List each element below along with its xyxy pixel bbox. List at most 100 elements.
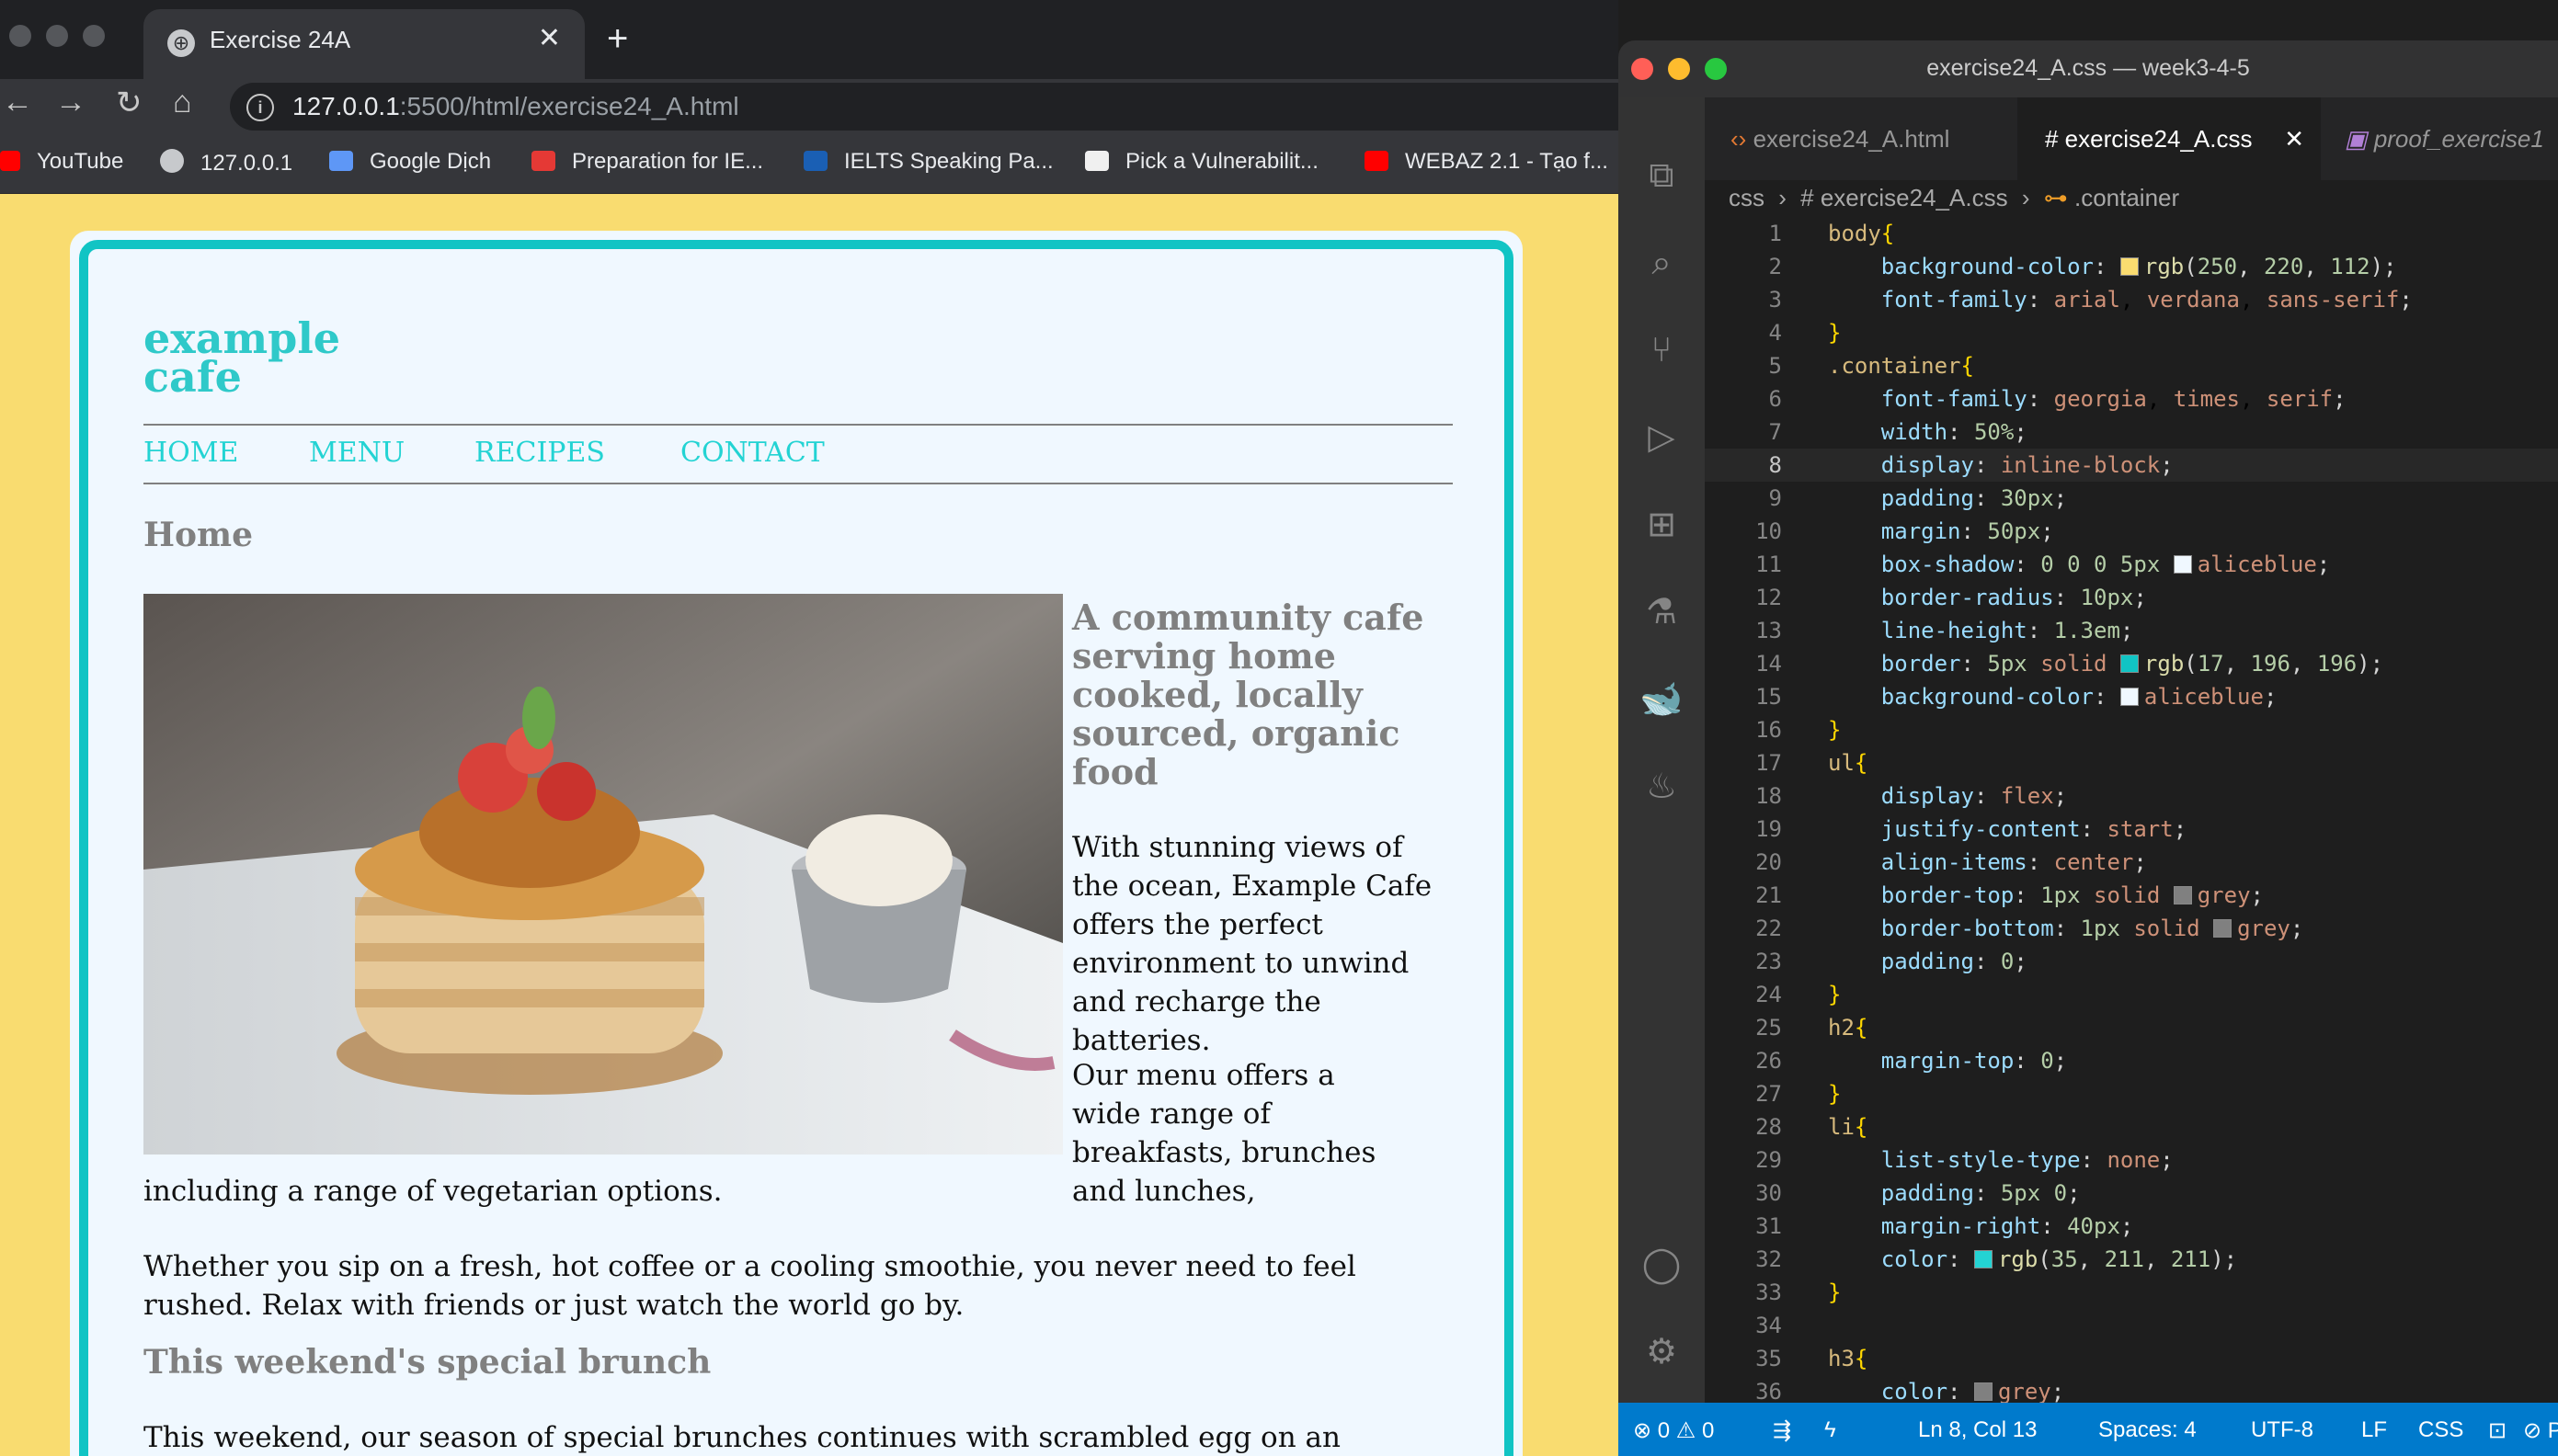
code-line[interactable]: 17 ul{ [1705, 746, 2558, 779]
code-line[interactable]: 21 border-top: 1px solid grey; [1705, 879, 2558, 912]
eol-setting[interactable]: LF [2361, 1417, 2387, 1443]
code-line[interactable]: 5 .container{ [1705, 349, 2558, 382]
code-line[interactable]: 33} [1705, 1276, 2558, 1309]
nav-contact-link[interactable]: CONTACT [680, 437, 825, 469]
code-line[interactable]: 4} [1705, 316, 2558, 349]
code-line[interactable]: 20 align-items: center; [1705, 846, 2558, 879]
breadcrumb-file[interactable]: # exercise24_A.css [1800, 184, 2007, 211]
account-icon[interactable]: ◯ [1639, 1242, 1684, 1288]
bookmark-google-translate[interactable]: Google Dịch [329, 149, 491, 175]
code-line[interactable]: 34 [1705, 1309, 2558, 1342]
line-number: 18 [1755, 783, 1782, 809]
code-line[interactable]: 6 font-family: georgia, times, serif; [1705, 382, 2558, 415]
source-control-icon[interactable]: ⑂ [1639, 327, 1684, 373]
ha-icon [1085, 151, 1109, 171]
code-line[interactable]: 31 margin-right: 40px; [1705, 1210, 2558, 1243]
reload-icon[interactable]: ↻ [116, 85, 143, 121]
code-line[interactable]: 35 h3{ [1705, 1342, 2558, 1375]
special-brunch-text: This weekend, our season of special brun… [143, 1421, 1341, 1454]
line-number: 30 [1755, 1180, 1782, 1206]
indentation-setting[interactable]: Spaces: 4 [2098, 1417, 2197, 1443]
code-line[interactable]: 2 background-color: rgb(250, 220, 112); [1705, 250, 2558, 283]
breadcrumb-folder[interactable]: css [1729, 184, 1764, 211]
code-line[interactable]: 3 font-family: arial, verdana, sans-seri… [1705, 283, 2558, 316]
code-line[interactable]: 12 border-radius: 10px; [1705, 581, 2558, 614]
extensions-icon[interactable]: ⊞ [1639, 502, 1684, 548]
docker-icon[interactable]: 🐋 [1639, 677, 1684, 722]
tab-html-file[interactable]: ‹› exercise24_A.html [1705, 97, 2017, 180]
line-code: body{ [1828, 221, 1895, 246]
testing-icon[interactable]: ⚗ [1639, 589, 1684, 635]
code-line[interactable]: 13 line-height: 1.3em; [1705, 614, 2558, 647]
go-live-icon[interactable]: ⊡ [2488, 1417, 2507, 1444]
cursor-position[interactable]: Ln 8, Col 13 [1918, 1417, 2037, 1443]
nav-home-link[interactable]: HOME [143, 437, 238, 469]
code-line[interactable]: 15 background-color: aliceblue; [1705, 680, 2558, 713]
tab-css-file[interactable]: # exercise24_A.css ✕ [2017, 97, 2321, 180]
code-line[interactable]: 28 li{ [1705, 1110, 2558, 1143]
bookmark-localhost[interactable]: 127.0.0.1 [160, 149, 292, 176]
code-line[interactable]: 7 width: 50%; [1705, 415, 2558, 449]
site-info-icon[interactable]: i [246, 94, 274, 121]
nav-menu-link[interactable]: MENU [309, 437, 405, 469]
code-line[interactable]: 25 h2{ [1705, 1011, 2558, 1044]
lightning-icon[interactable]: ϟ [1824, 1417, 1836, 1443]
forward-icon[interactable]: → [55, 85, 86, 120]
code-line[interactable]: 1 body{ [1705, 217, 2558, 250]
language-mode[interactable]: CSS [2418, 1417, 2463, 1443]
code-line[interactable]: 16} [1705, 713, 2558, 746]
tab-close-icon[interactable]: ✕ [538, 22, 561, 54]
genie-lamp-icon[interactable]: ♨ [1639, 764, 1684, 810]
code-line[interactable]: 23 padding: 0; [1705, 945, 2558, 978]
code-line[interactable]: 30 padding: 5px 0; [1705, 1177, 2558, 1210]
code-line[interactable]: 24} [1705, 978, 2558, 1011]
code-line[interactable]: 26 margin-top: 0; [1705, 1044, 2558, 1077]
window-zoom-dot[interactable] [83, 25, 105, 47]
code-line[interactable]: 22 border-bottom: 1px solid grey; [1705, 912, 2558, 945]
code-line[interactable]: 19 justify-content: start; [1705, 813, 2558, 846]
port-status[interactable]: ⊘ Port [2523, 1417, 2558, 1444]
code-line[interactable]: 14 border: 5px solid rgb(17, 196, 196); [1705, 647, 2558, 680]
new-tab-icon[interactable]: + [607, 20, 628, 57]
bookmark-vulnerability[interactable]: Pick a Vulnerabilit... [1085, 149, 1319, 175]
code-line[interactable]: 27} [1705, 1077, 2558, 1110]
code-line[interactable]: 32 color: rgb(35, 211, 211); [1705, 1243, 2558, 1276]
code-line[interactable]: 9 padding: 30px; [1705, 482, 2558, 515]
tab-close-icon[interactable]: ✕ [2284, 97, 2304, 180]
tab-proof-file[interactable]: ▣ proof_exercise1 [2321, 97, 2558, 180]
code-line[interactable]: 10 margin: 50px; [1705, 515, 2558, 548]
address-bar: ← → ↻ ⌂ i 127.0.0.1:5500/html/exercise24… [0, 79, 1618, 136]
nav-bottom-border [143, 483, 1453, 484]
bookmark-youtube[interactable]: YouTube [0, 149, 123, 175]
line-code: .container{ [1828, 353, 1974, 379]
code-line[interactable]: 29 list-style-type: none; [1705, 1143, 2558, 1177]
browser-tab-active[interactable]: ⊕ Exercise 24A ✕ [143, 9, 585, 79]
window-minimize-dot[interactable] [46, 25, 68, 47]
back-icon[interactable]: ← [2, 85, 33, 120]
breadcrumb-symbol[interactable]: .container [2074, 184, 2179, 211]
bookmark-webaz[interactable]: WEBAZ 2.1 - Tạo f... [1365, 149, 1608, 175]
line-code: background-color: rgb(250, 220, 112); [1880, 254, 2397, 279]
nav-recipes-link[interactable]: RECIPES [474, 437, 605, 469]
code-line[interactable]: 11 box-shadow: 0 0 0 5px aliceblue; [1705, 548, 2558, 581]
line-number: 14 [1755, 651, 1782, 677]
explorer-icon[interactable]: ⧉ [1639, 153, 1684, 199]
bookmark-ielts-prep[interactable]: Preparation for IE... [531, 149, 763, 175]
code-line[interactable]: 18 display: flex; [1705, 779, 2558, 813]
line-number: 13 [1755, 618, 1782, 643]
run-icon[interactable]: ⇶ [1773, 1417, 1791, 1444]
home-icon[interactable]: ⌂ [173, 85, 192, 120]
window-close-dot[interactable] [9, 25, 31, 47]
run-debug-icon[interactable]: ▷ [1639, 415, 1684, 461]
vscode-title-bar: exercise24_A.css — week3-4-5 [1618, 40, 2558, 97]
code-line[interactable]: 8 display: inline-block; [1705, 449, 2558, 482]
url-input[interactable]: i 127.0.0.1:5500/html/exercise24_A.html [230, 83, 1618, 131]
speaking-icon [804, 151, 828, 171]
search-icon[interactable]: ⌕ [1639, 240, 1684, 286]
bookmark-ielts-speaking[interactable]: IELTS Speaking Pa... [804, 149, 1054, 175]
encoding-setting[interactable]: UTF-8 [2251, 1417, 2313, 1443]
settings-gear-icon[interactable]: ⚙ [1639, 1329, 1684, 1375]
site-logo[interactable]: example cafe [143, 317, 340, 398]
code-editor[interactable]: 1 body{2 background-color: rgb(250, 220, … [1705, 217, 2558, 1438]
problems-indicator[interactable]: ⊗ 0 ⚠ 0 [1633, 1417, 1714, 1444]
